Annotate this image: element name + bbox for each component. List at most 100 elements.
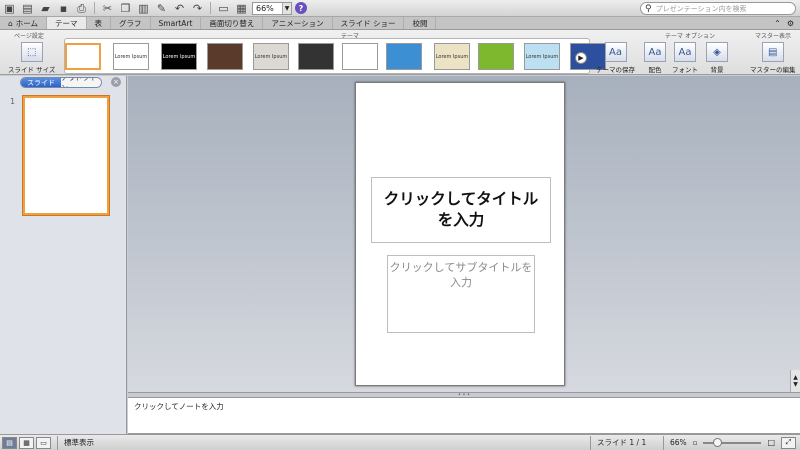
- slide-number: 1: [10, 97, 16, 106]
- tab-outline[interactable]: アウトライン: [61, 78, 101, 87]
- theme-thumbnail[interactable]: Lorem Ipsum: [434, 43, 470, 70]
- tab-label: 画面切り替え: [209, 18, 255, 28]
- theme-thumbnail[interactable]: Lorem Ipsum: [113, 43, 149, 70]
- group-title-page-setup: ページ設定: [14, 33, 44, 40]
- slide-counter: スライド 1 / 1: [597, 438, 647, 447]
- undo-icon[interactable]: ↶: [172, 2, 187, 15]
- redo-icon[interactable]: ↷: [190, 2, 205, 15]
- ribbon: ページ設定 ⬚ スライド サイズ テーマ Lorem Ipsum Lorem Ip…: [0, 30, 800, 75]
- tab-themes[interactable]: テーマ: [47, 17, 87, 29]
- view-name: 標準表示: [64, 438, 94, 447]
- fonts-label: フォント: [672, 66, 698, 74]
- subtitle-placeholder[interactable]: クリックしてサブタイトルを入力: [387, 255, 535, 333]
- zoom-slider[interactable]: [703, 437, 762, 447]
- slide-thumbnail[interactable]: [23, 96, 109, 215]
- theme-thumbnail[interactable]: [65, 43, 101, 70]
- scroll-arrows[interactable]: ▲ ▼: [790, 370, 800, 392]
- status-bar: ▤ ▦ ▭ 標準表示 スライド 1 / 1 66% ▫ □ ⤢: [0, 434, 800, 450]
- edit-master-label: マスターの編集: [750, 66, 796, 74]
- status-zoom: 66%: [670, 438, 687, 447]
- zoom-select[interactable]: 66% ▼: [252, 1, 292, 15]
- background-icon: ◈: [706, 42, 728, 62]
- ribbon-tabs: ⌂ ホーム テーマ 表 グラフ SmartArt 画面切り替え アニメーション ス…: [0, 17, 800, 30]
- theme-gallery: Lorem Ipsum Lorem Ipsum Lorem Ipsum Lorem I…: [64, 38, 606, 74]
- tab-label: スライド ショー: [340, 18, 396, 28]
- background-button[interactable]: ◈ 背景: [706, 42, 728, 74]
- search-placeholder: プレゼンテーション内を検索: [655, 4, 747, 13]
- search-icon: ⚲: [645, 3, 652, 14]
- tab-charts[interactable]: グラフ: [111, 17, 151, 29]
- tab-animations[interactable]: アニメーション: [263, 17, 333, 29]
- notes-placeholder: クリックしてノートを入力: [134, 402, 224, 411]
- save-theme-button[interactable]: Aa テーマの保存: [596, 42, 635, 74]
- tab-slide-show[interactable]: スライド ショー: [333, 17, 405, 29]
- colors-label: 配色: [648, 66, 662, 74]
- theme-thumbnail[interactable]: Lorem Ipsum: [161, 43, 197, 70]
- theme-thumbnail[interactable]: [342, 43, 378, 70]
- help-icon[interactable]: ?: [295, 2, 307, 14]
- fonts-button[interactable]: Aa フォント: [672, 42, 698, 74]
- slide-sorter-icon[interactable]: ▦: [19, 436, 34, 449]
- toolbar-divider: [210, 2, 211, 14]
- save-theme-icon: Aa: [604, 42, 627, 62]
- save-icon[interactable]: ▪: [56, 2, 71, 15]
- format-painter-icon[interactable]: ✎: [154, 2, 169, 15]
- slide-show-icon[interactable]: ▭: [36, 436, 51, 449]
- theme-thumbnail[interactable]: Lorem Ipsum: [524, 43, 560, 70]
- edit-master-icon: ▤: [761, 42, 784, 62]
- theme-thumbnail[interactable]: [478, 43, 514, 70]
- gallery-icon[interactable]: ▤: [20, 2, 35, 15]
- tab-transitions[interactable]: 画面切り替え: [201, 17, 264, 29]
- status-divider: [57, 435, 58, 450]
- tab-label: 校閲: [412, 18, 428, 28]
- slide[interactable]: クリックしてタイトルを入力 クリックしてサブタイトルを入力: [355, 82, 565, 386]
- cut-icon[interactable]: ✂: [100, 2, 115, 15]
- fit-window-icon[interactable]: ⤢: [781, 436, 796, 449]
- status-divider: [663, 435, 665, 450]
- collapse-ribbon-icon[interactable]: ⌃: [774, 19, 781, 28]
- search-input[interactable]: ⚲ プレゼンテーション内を検索: [640, 2, 796, 15]
- media-icon[interactable]: ▦: [234, 2, 249, 15]
- tab-slides[interactable]: スライド: [21, 78, 61, 87]
- close-icon[interactable]: ×: [111, 77, 121, 87]
- theme-thumbnail[interactable]: [298, 43, 334, 70]
- zoom-in-icon[interactable]: □: [767, 438, 775, 447]
- slides-pane: スライド アウトライン × 1: [0, 76, 127, 434]
- slide-size-label: スライド サイズ: [8, 66, 56, 74]
- normal-view-icon[interactable]: ▤: [2, 436, 17, 449]
- group-title-theme-options: テーマ オプション: [665, 33, 715, 40]
- tab-review[interactable]: 校閲: [404, 17, 437, 29]
- paste-icon[interactable]: ▥: [136, 2, 151, 15]
- title-placeholder[interactable]: クリックしてタイトルを入力: [371, 177, 551, 243]
- tab-tables[interactable]: 表: [87, 17, 112, 29]
- tab-label: グラフ: [119, 18, 142, 28]
- slide-layout-icon[interactable]: ▭: [216, 2, 231, 15]
- slide-size-button[interactable]: ⬚ スライド サイズ: [8, 42, 55, 74]
- zoom-value: 66%: [256, 3, 274, 13]
- chevron-right-icon[interactable]: ▶: [575, 52, 587, 64]
- gear-icon[interactable]: ⚙: [787, 19, 794, 28]
- theme-thumbnail[interactable]: [386, 43, 422, 70]
- zoom-slider-knob[interactable]: [713, 437, 723, 447]
- theme-thumbnail[interactable]: Lorem Ipsum: [253, 43, 289, 70]
- toolbar-divider: [94, 2, 95, 14]
- slide-canvas: クリックしてタイトルを入力 クリックしてサブタイトルを入力: [128, 76, 800, 392]
- status-divider: [590, 435, 592, 450]
- chevron-down-icon: ▼: [282, 2, 291, 14]
- tab-home[interactable]: ⌂ ホーム: [0, 17, 48, 29]
- colors-button[interactable]: Aa 配色: [644, 42, 666, 74]
- edit-master-button[interactable]: ▤ マスターの編集: [750, 42, 796, 74]
- theme-thumbnail[interactable]: [207, 43, 243, 70]
- zoom-out-icon[interactable]: ▫: [693, 439, 698, 447]
- background-label: 背景: [710, 66, 724, 74]
- fonts-icon: Aa: [674, 42, 696, 62]
- new-icon[interactable]: ▣: [2, 2, 17, 15]
- tab-smartart[interactable]: SmartArt: [151, 17, 202, 29]
- pane-tabs: スライド アウトライン: [20, 77, 102, 88]
- print-icon[interactable]: ⎙: [74, 2, 89, 15]
- tab-label: SmartArt: [158, 18, 193, 28]
- notes-pane[interactable]: クリックしてノートを入力: [128, 398, 800, 434]
- copy-icon[interactable]: ❐: [118, 2, 133, 15]
- tab-label: アニメーション: [271, 18, 324, 28]
- open-icon[interactable]: ▰: [38, 2, 53, 15]
